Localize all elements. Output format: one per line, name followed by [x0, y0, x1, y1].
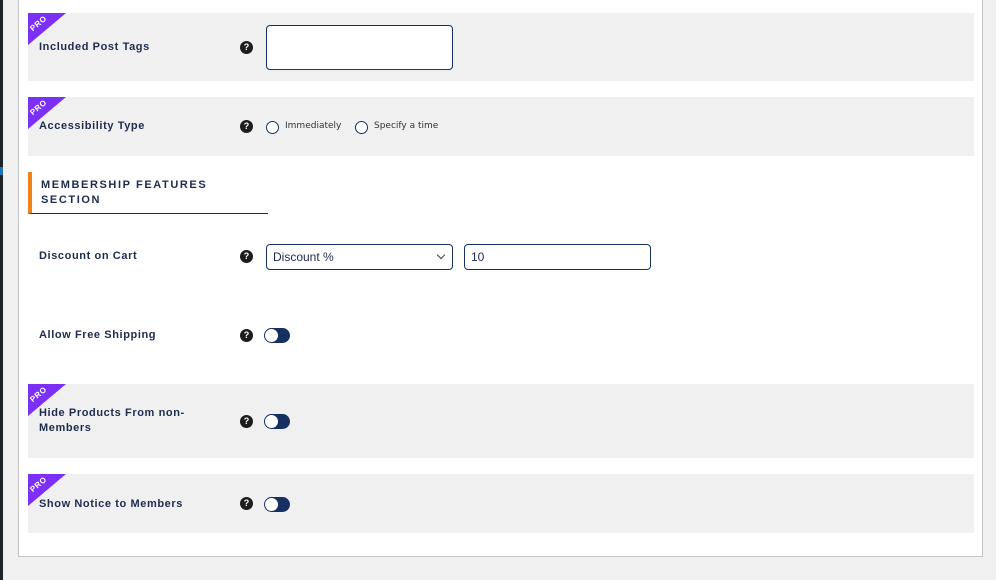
- field-row-accessibility-type: PRO Accessibility Type ?: [28, 97, 974, 156]
- help-icon[interactable]: ?: [240, 497, 253, 510]
- field-label: Hide Products From non-Members: [39, 407, 185, 434]
- field-row-hide-products: PRO Hide Products From non-Members ?: [28, 384, 974, 458]
- help-icon[interactable]: ?: [240, 329, 253, 342]
- hide-products-toggle[interactable]: [264, 414, 290, 429]
- section-heading: MEMBERSHIP FEATURES SECTION: [28, 172, 268, 214]
- radio-label-immediately: Immediately: [285, 121, 342, 131]
- field-label: Accessibility Type: [39, 120, 145, 132]
- section-title: MEMBERSHIP FEATURES SECTION: [41, 179, 208, 206]
- radio-specify-time[interactable]: [355, 121, 368, 134]
- field-label: Show Notice to Members: [39, 498, 183, 510]
- radio-label-specify-time: Specify a time: [374, 121, 439, 131]
- help-icon[interactable]: ?: [240, 41, 253, 54]
- discount-type-select[interactable]: Discount %: [266, 244, 453, 270]
- help-icon[interactable]: ?: [240, 415, 253, 428]
- field-label: Included Post Tags: [39, 41, 150, 53]
- discount-amount-input[interactable]: 10: [464, 244, 651, 270]
- help-icon[interactable]: ?: [240, 250, 253, 263]
- radio-immediately[interactable]: [266, 121, 279, 134]
- admin-sidebar-edge: [0, 0, 3, 580]
- chevron-down-icon: [436, 250, 446, 260]
- sidebar-indicator: [0, 167, 3, 175]
- show-notice-toggle[interactable]: [264, 497, 290, 512]
- field-label-allow-free-shipping: Allow Free Shipping: [39, 329, 157, 341]
- discount-type-value: Discount %: [273, 250, 334, 264]
- discount-amount-value: 10: [471, 250, 485, 264]
- field-label-discount-on-cart: Discount on Cart: [39, 250, 138, 262]
- help-icon[interactable]: ?: [240, 120, 253, 133]
- field-row-included-post-tags: PRO Included Post Tags ?: [28, 13, 974, 81]
- field-row-show-notice: PRO Show Notice to Members ?: [28, 474, 974, 533]
- included-post-tags-input[interactable]: [266, 25, 453, 70]
- allow-free-shipping-toggle[interactable]: [264, 328, 290, 343]
